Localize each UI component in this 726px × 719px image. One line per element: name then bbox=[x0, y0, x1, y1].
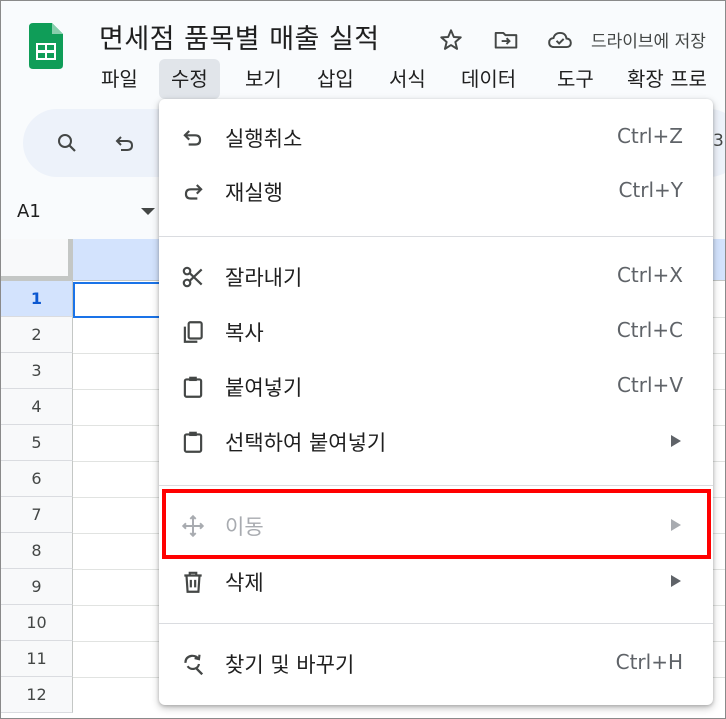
clipboard-icon bbox=[179, 373, 207, 401]
row-header[interactable]: 6 bbox=[1, 461, 73, 497]
menu-format[interactable]: 서식 bbox=[377, 59, 438, 99]
sheets-logo-icon[interactable] bbox=[29, 23, 63, 69]
name-box-dropdown-icon[interactable] bbox=[141, 208, 155, 215]
toolbar-overflow-text: 3 bbox=[713, 131, 724, 151]
star-icon[interactable] bbox=[438, 27, 464, 53]
row-header[interactable]: 10 bbox=[1, 605, 73, 641]
menu-item-undo[interactable]: 실행취소 Ctrl+Z bbox=[159, 111, 713, 163]
menu-insert[interactable]: 삽입 bbox=[305, 59, 366, 99]
menu-item-label: 재실행 bbox=[225, 181, 283, 205]
menu-item-shortcut: Ctrl+Z bbox=[616, 124, 683, 148]
copy-icon bbox=[179, 318, 207, 346]
row-header[interactable]: 5 bbox=[1, 425, 73, 461]
menu-item-find-replace[interactable]: 찾기 및 바꾸기 Ctrl+H bbox=[159, 637, 713, 689]
row-header[interactable]: 3 bbox=[1, 353, 73, 389]
menu-tools[interactable]: 도구 bbox=[545, 59, 606, 99]
name-box[interactable]: A1 bbox=[17, 201, 41, 222]
undo-icon bbox=[179, 124, 207, 152]
row-header[interactable]: 2 bbox=[1, 317, 73, 353]
save-status: 드라이브에 저장 bbox=[591, 32, 706, 52]
highlight-annotation-box bbox=[162, 489, 711, 559]
redo-icon bbox=[179, 178, 207, 206]
menu-item-label: 붙여넣기 bbox=[225, 376, 303, 400]
search-icon[interactable] bbox=[53, 129, 81, 157]
menu-item-label: 선택하여 붙여넣기 bbox=[225, 431, 387, 455]
menu-item-label: 찾기 및 바꾸기 bbox=[225, 653, 355, 677]
menu-divider bbox=[159, 485, 713, 486]
menu-item-label: 복사 bbox=[225, 321, 264, 345]
menu-item-shortcut: Ctrl+Y bbox=[618, 178, 683, 202]
row-header[interactable]: 12 bbox=[1, 677, 73, 713]
row-header[interactable]: 9 bbox=[1, 569, 73, 605]
select-all-corner[interactable] bbox=[1, 239, 73, 281]
menu-item-shortcut: Ctrl+C bbox=[616, 318, 683, 342]
scissors-icon bbox=[179, 263, 207, 291]
menu-item-cut[interactable]: 잘라내기 Ctrl+X bbox=[159, 250, 713, 302]
undo-icon[interactable] bbox=[111, 129, 139, 157]
menu-extensions[interactable]: 확장 프로 bbox=[615, 59, 719, 99]
header: 면세점 품목별 매출 실적 드라이브에 저장 파일 수정 보기 삽입 서식 데이… bbox=[1, 1, 725, 101]
menu-item-label: 삭제 bbox=[225, 571, 264, 595]
clipboard-icon bbox=[179, 428, 207, 456]
move-to-folder-icon[interactable] bbox=[493, 27, 519, 53]
trash-icon bbox=[179, 568, 207, 596]
menu-item-paste-special[interactable]: 선택하여 붙여넣기 bbox=[159, 415, 713, 467]
menu-item-shortcut: Ctrl+H bbox=[615, 650, 683, 674]
menu-item-shortcut: Ctrl+X bbox=[616, 263, 683, 287]
find-replace-icon bbox=[179, 650, 207, 678]
row-header[interactable]: 4 bbox=[1, 389, 73, 425]
menu-item-shortcut: Ctrl+V bbox=[616, 373, 683, 397]
document-title[interactable]: 면세점 품목별 매출 실적 bbox=[99, 17, 380, 56]
row-header[interactable]: 8 bbox=[1, 533, 73, 569]
menu-item-label: 실행취소 bbox=[225, 127, 303, 151]
row-header[interactable]: 7 bbox=[1, 497, 73, 533]
menu-item-label: 잘라내기 bbox=[225, 266, 303, 290]
menu-edit[interactable]: 수정 bbox=[159, 59, 220, 99]
menu-divider bbox=[159, 623, 713, 624]
row-header[interactable]: 1 bbox=[1, 281, 73, 317]
app-window: 면세점 품목별 매출 실적 드라이브에 저장 파일 수정 보기 삽입 서식 데이… bbox=[0, 0, 726, 719]
edit-menu-dropdown: 실행취소 Ctrl+Z 재실행 Ctrl+Y 잘라내기 Ctrl+X 복사 Ct… bbox=[159, 99, 713, 705]
row-header[interactable]: 11 bbox=[1, 641, 73, 677]
menu-item-redo[interactable]: 재실행 Ctrl+Y bbox=[159, 165, 713, 217]
menu-item-copy[interactable]: 복사 Ctrl+C bbox=[159, 305, 713, 357]
menu-item-paste[interactable]: 붙여넣기 Ctrl+V bbox=[159, 360, 713, 412]
menu-view[interactable]: 보기 bbox=[233, 59, 294, 99]
cloud-saved-icon[interactable] bbox=[547, 27, 573, 53]
submenu-arrow-icon bbox=[671, 575, 681, 587]
submenu-arrow-icon bbox=[671, 435, 681, 447]
menu-item-delete[interactable]: 삭제 bbox=[159, 555, 713, 607]
menu-divider bbox=[159, 236, 713, 237]
menu-file[interactable]: 파일 bbox=[89, 59, 150, 99]
menu-data[interactable]: 데이터 bbox=[449, 59, 528, 99]
